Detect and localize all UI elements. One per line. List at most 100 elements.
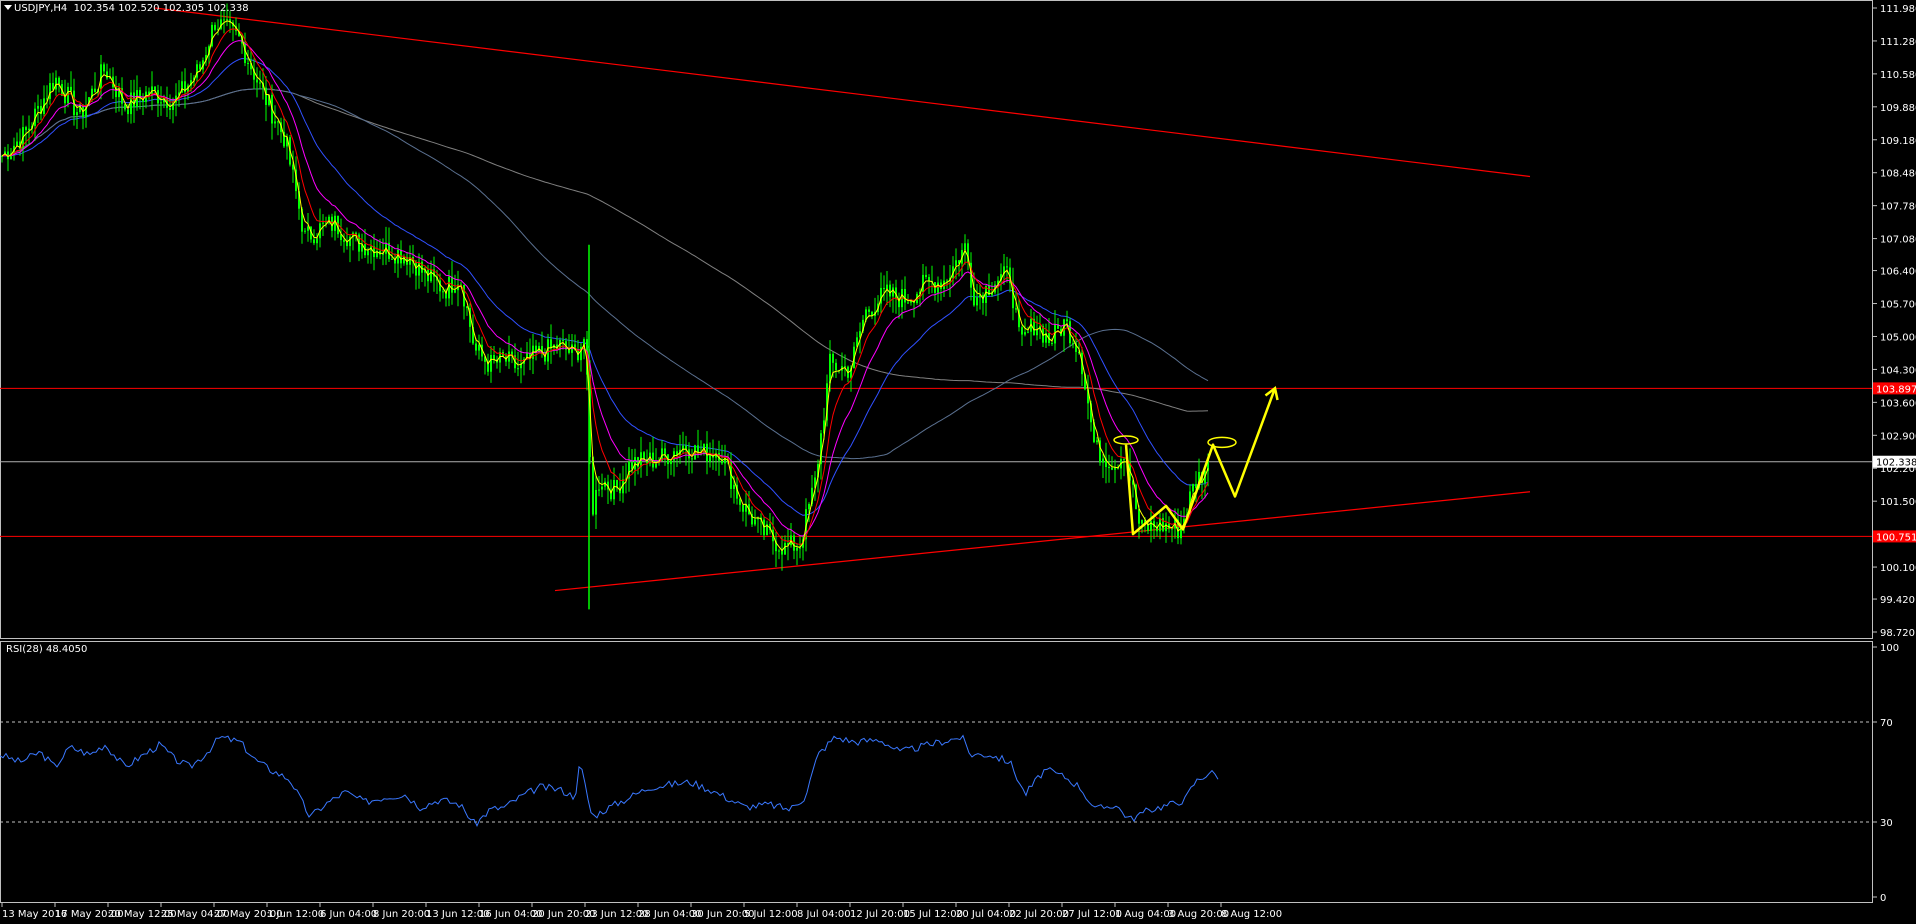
channel_bottom_line [554,491,1531,592]
rsi-tick-label: 30 [1880,818,1893,829]
candle-body [1141,519,1143,524]
candle-body [925,274,927,278]
time-tick-label: 1 Jun 12:00 [267,909,324,920]
candle-body [313,239,315,244]
candle-body [1015,308,1017,310]
candle-body [883,287,885,290]
rsi-line [0,734,1219,828]
time-tick-label: 20 Jul 04:00 [956,909,1016,920]
candle-body [778,550,780,552]
candle-body [316,238,318,244]
price-tick-label: 100.100 [1880,563,1916,574]
time-tick-label: 27 Jul 12:00 [1062,909,1122,920]
price-tick-label: 104.300 [1880,365,1916,376]
candle-body [55,77,57,90]
rsi-pane-frame [0,641,1873,903]
candle-body [391,258,393,260]
candle-body [37,105,39,109]
time-tick-label: 8 Aug 12:00 [1221,909,1282,920]
price-tick-label: 105.000 [1880,332,1916,343]
candle-body [322,222,324,224]
candle-body [907,302,909,304]
candle-body [595,489,597,515]
candle-body [928,277,930,282]
candle-body [343,240,345,242]
candle-body [517,368,519,370]
price-label-upper_level: 103.897 [1876,384,1916,395]
candle-body [1027,331,1029,333]
candle-body [868,309,870,312]
candle-body [598,489,600,491]
candle-body [784,542,786,555]
candle-body [442,291,444,293]
candle-body [904,288,906,303]
candle-body [844,366,846,368]
price-label-lower_level: 100.751 [1876,532,1916,543]
ma-red-line [1,28,1209,546]
channel_top_line [154,7,1531,178]
candle-body [742,504,744,512]
time-tick-label: 5 Jul 12:00 [744,909,798,920]
price-tick-label: 111.280 [1880,37,1916,48]
candle-body [367,250,369,256]
candle-body [1096,440,1098,443]
candle-body [430,269,432,282]
candle-body [796,547,798,551]
candle-body [154,86,156,91]
candle-body [550,339,552,348]
time-tick-label: 1 Aug 04:00 [1115,909,1176,920]
candle-body [835,362,837,371]
candle-body [103,64,105,72]
price-tick-label: 107.080 [1880,235,1916,246]
candle-body [664,448,666,455]
candle-body [577,350,579,361]
candle-body [493,355,495,360]
candle-body [1024,332,1026,335]
time-tick-label: 15 Jul 12:00 [903,909,963,920]
candle-body [1102,458,1104,463]
price-tick-label: 98.720 [1880,628,1915,639]
collapse-triangle-icon[interactable] [4,5,12,10]
ma-blue-line [1,57,1209,516]
candle-body [886,284,888,290]
candle-body [214,24,216,30]
candle-body [160,102,162,104]
candle-body [808,504,810,510]
candle-body [964,243,966,250]
symbol-label: USDJPY,H4 [14,3,68,14]
candle-body [274,121,276,124]
candle-body [454,290,456,293]
candle-body [1108,467,1110,469]
candle-body [1171,528,1173,530]
candle-body [754,519,756,525]
candle-body [25,127,27,131]
candle-body [259,82,261,84]
candle-body [1138,509,1140,524]
candle-body [418,261,420,276]
candle-body [937,282,939,293]
candle-body [892,287,894,297]
candle-body [16,141,18,146]
time-tick-label: 12 Jul 20:00 [850,909,910,920]
swing-high-ellipse [1113,435,1139,445]
candle-body [94,88,96,93]
rsi-tick-label: 0 [1880,893,1886,904]
candle-body [670,460,672,465]
candle-body [76,112,78,116]
rsi-tick-label: 100 [1880,643,1899,654]
price-tick-label: 109.880 [1880,103,1916,114]
candle-body [226,19,228,21]
time-tick-label: 8 Jun 20:00 [373,909,430,920]
candle-body [478,344,480,351]
price-pane-frame [0,0,1873,639]
price-tick-label: 105.700 [1880,300,1916,311]
chart-canvas: 111.980 111.280 110.580 109.880 109.180 108.4… [0,0,1916,920]
time-tick-label: 6 Jun 04:00 [320,909,377,920]
candle-body [199,64,201,70]
candle-body [415,262,417,276]
candle-body [169,107,171,110]
candle-body [1114,467,1116,470]
rsi-pane [0,641,1873,903]
candle-body [28,128,30,131]
candle-body [1036,329,1038,336]
